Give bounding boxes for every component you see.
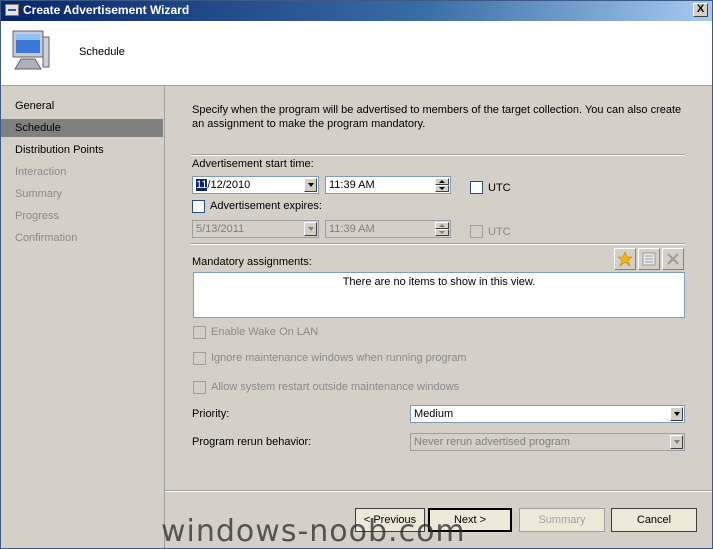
start-date-rest: /12/2010 bbox=[207, 179, 251, 191]
sidebar-item-interaction: Interaction bbox=[15, 166, 67, 178]
sidebar-item-general[interactable]: General bbox=[1, 97, 163, 115]
next-button[interactable]: Next > bbox=[428, 508, 512, 532]
sidebar-item-schedule[interactable]: Schedule bbox=[1, 119, 163, 137]
spin-down-icon bbox=[435, 229, 449, 236]
spin-up-icon[interactable] bbox=[435, 178, 449, 185]
window-app-icon bbox=[5, 4, 19, 16]
wizard-content: Specify when the program will be adverti… bbox=[164, 86, 712, 548]
window-title: Create Advertisement Wizard bbox=[23, 3, 190, 17]
expires-time-stepper: 11:39 AM bbox=[325, 220, 451, 238]
start-date-picker[interactable]: 11/12/2010 bbox=[192, 176, 319, 194]
sidebar-item-progress: Progress bbox=[15, 210, 60, 222]
new-star-icon[interactable] bbox=[614, 248, 636, 270]
close-button[interactable]: X bbox=[693, 3, 708, 17]
page-description: Specify when the program will be adverti… bbox=[192, 104, 682, 130]
sidebar-item-distribution-points[interactable]: Distribution Points bbox=[1, 141, 163, 159]
start-time-label: Advertisement start time: bbox=[192, 158, 314, 170]
delete-x-icon bbox=[662, 248, 684, 270]
divider bbox=[191, 154, 685, 156]
ignore-maintenance-checkbox bbox=[193, 352, 206, 365]
properties-icon bbox=[638, 248, 660, 270]
ignore-maintenance-label: Ignore maintenance windows when running … bbox=[211, 352, 467, 364]
chevron-down-icon bbox=[670, 435, 683, 449]
start-time-stepper[interactable]: 11:39 AM bbox=[325, 176, 451, 194]
mandatory-assignments-list[interactable]: There are no items to show in this view. bbox=[193, 272, 685, 318]
title-bar[interactable]: Create Advertisement Wizard X bbox=[1, 1, 712, 21]
wake-on-lan-checkbox bbox=[193, 326, 206, 339]
page-title: Schedule bbox=[79, 46, 125, 58]
sidebar-item-confirmation: Confirmation bbox=[15, 232, 78, 244]
rerun-behavior-select: Never rerun advertised program bbox=[410, 433, 685, 451]
start-date-selected-part: 11 bbox=[196, 179, 208, 191]
wizard-sidebar: General Schedule Distribution Points Int… bbox=[1, 86, 163, 548]
divider bbox=[165, 490, 712, 492]
mandatory-assignments-label: Mandatory assignments: bbox=[192, 256, 312, 268]
summary-button: Summary bbox=[519, 508, 605, 532]
start-utc-label: UTC bbox=[488, 182, 511, 194]
expires-utc-label: UTC bbox=[488, 226, 511, 238]
expires-utc-checkbox bbox=[470, 225, 483, 238]
wizard-header: Schedule bbox=[1, 21, 712, 86]
wake-on-lan-label: Enable Wake On LAN bbox=[211, 326, 319, 338]
empty-list-message: There are no items to show in this view. bbox=[342, 276, 536, 288]
sidebar-item-summary: Summary bbox=[15, 188, 63, 200]
expires-label: Advertisement expires: bbox=[210, 200, 322, 212]
expires-checkbox[interactable] bbox=[192, 200, 205, 213]
priority-label: Priority: bbox=[192, 408, 230, 420]
divider bbox=[191, 243, 685, 245]
expires-date-picker: 5/13/2011 bbox=[192, 220, 319, 238]
start-time-value: 11:39 AM bbox=[329, 179, 375, 191]
priority-value: Medium bbox=[414, 408, 454, 420]
chevron-down-icon bbox=[304, 222, 317, 236]
previous-button[interactable]: < Previous bbox=[355, 508, 425, 532]
chevron-down-icon[interactable] bbox=[670, 407, 683, 421]
allow-restart-checkbox bbox=[193, 381, 206, 394]
chevron-down-icon[interactable] bbox=[304, 178, 317, 192]
expires-date-value: 5/13/2011 bbox=[196, 223, 245, 235]
start-utc-checkbox[interactable] bbox=[470, 181, 483, 194]
cancel-button[interactable]: Cancel bbox=[611, 508, 697, 532]
expires-time-value: 11:39 AM bbox=[329, 223, 375, 235]
spin-up-icon bbox=[435, 222, 449, 229]
wizard-window: Create Advertisement Wizard X Schedule G… bbox=[0, 0, 713, 549]
spin-down-icon[interactable] bbox=[435, 185, 449, 192]
computer-monitor-icon bbox=[12, 30, 50, 70]
rerun-behavior-label: Program rerun behavior: bbox=[192, 436, 312, 448]
priority-select[interactable]: Medium bbox=[410, 405, 685, 423]
rerun-behavior-value: Never rerun advertised program bbox=[414, 436, 570, 448]
allow-restart-label: Allow system restart outside maintenance… bbox=[211, 381, 460, 393]
